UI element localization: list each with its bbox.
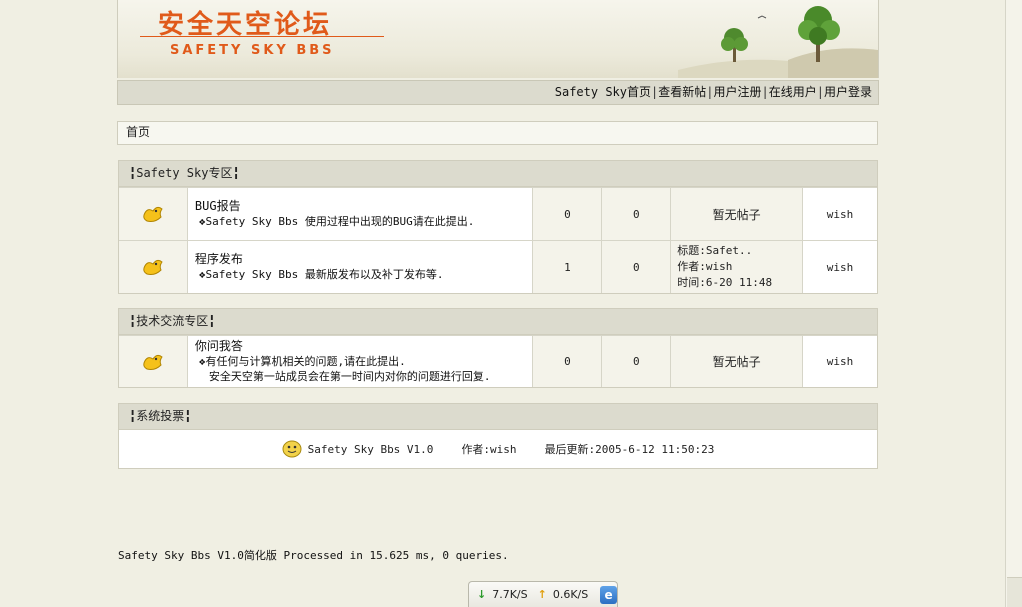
post-count: 0 [601,336,671,387]
download-speed: 7.7K/S [492,588,528,601]
nav-separator: | [816,85,824,99]
post-count: 0 [601,188,671,240]
nav-separator: | [761,85,769,99]
upload-speed: 0.6K/S [552,588,589,601]
moderator-link[interactable]: wish [802,241,877,293]
topic-count: 0 [532,336,602,387]
forum-section-safety-sky: ╏Safety Sky专区╏ BUG报告 ❖Safety Sky Bbs 使用过… [118,160,878,294]
last-post-cell: 暂无帖子 [670,188,803,240]
forum-description: ❖有任何与计算机相关的问题,请在此提出. [198,355,406,368]
top-nav: Safety Sky首页|查看新帖|用户注册|在线用户|用户登录 [117,80,879,105]
moderator-link[interactable]: wish [802,188,877,240]
forum-desc-cell: 你问我答 ❖有任何与计算机相关的问题,请在此提出. 安全天空第一站成员会在第一时… [186,336,533,387]
moderator-link[interactable]: wish [802,336,877,387]
forum-icon-cell [119,188,187,240]
forum-section-tech: ╏技术交流专区╏ 你问我答 ❖有任何与计算机相关的问题,请在此提出. 安全天空第… [118,308,878,388]
last-post-title-link[interactable]: 标题:Safet.. [677,243,802,259]
last-post-none: 暂无帖子 [712,355,761,369]
forum-row: 你问我答 ❖有任何与计算机相关的问题,请在此提出. 安全天空第一站成员会在第一时… [119,335,877,387]
section-header: ╏系统投票╏ [119,404,877,430]
forum-row: 程序发布 ❖Safety Sky Bbs 最新版发布以及补丁发布等. 1 0 标… [119,240,877,293]
title-underline [140,36,384,37]
forum-name-link[interactable]: 你问我答 [195,339,491,354]
browser-icon[interactable]: e [600,585,617,604]
forum-description-2: 安全天空第一站成员会在第一时间内对你的问题进行回复. [208,370,491,383]
poll-updated: 最后更新:2005-6-12 11:50:23 [544,443,715,456]
scrollbar-thumb[interactable] [1007,577,1022,607]
forum-description: ❖Safety Sky Bbs 使用过程中出现的BUG请在此提出. [198,215,475,228]
forum-description: ❖Safety Sky Bbs 最新版发布以及补丁发布等. [198,268,444,281]
nav-login-link[interactable]: 用户登录 [824,85,872,99]
forum-name-link[interactable]: BUG报告 [195,199,474,214]
scenery-illustration [678,6,878,78]
section-header: ╏Safety Sky专区╏ [119,161,877,187]
forum-name-link[interactable]: 程序发布 [195,252,444,267]
last-post-none: 暂无帖子 [712,207,761,222]
section-header: ╏技术交流专区╏ [119,309,877,335]
forum-status-icon [143,206,163,222]
forum-icon-cell [119,241,187,293]
breadcrumb-home-link[interactable]: 首页 [126,125,150,139]
banner: 安全天空论坛 SAFETY SKY BBS [117,0,879,78]
page: 安全天空论坛 SAFETY SKY BBS Safety Sky首页 | 查看新帖 |… [0,0,1005,607]
post-count: 0 [601,241,671,293]
footer-text: Safety Sky Bbs V1.0简化版 Processed in 15.6… [118,549,509,562]
network-speed-widget[interactable]: ↓ 7.7K/S ↑ 0.6K/S e [468,581,618,607]
topic-count: 1 [532,241,602,293]
download-arrow-icon: ↓ [477,588,487,601]
nav-home-link[interactable]: Safety Sky首页 [555,85,651,99]
last-post-author: 作者:wish [677,260,733,273]
forum-icon-cell [119,336,187,387]
forum-status-icon [143,259,163,275]
nav-new-posts-link[interactable]: 查看新帖 [658,85,706,99]
nav-online-users-link[interactable]: 在线用户 [769,85,817,99]
poll-section: ╏系统投票╏ Safety Sky Bbs V1.0 作者:wish 最后更新:… [118,403,878,469]
forum-desc-cell: 程序发布 ❖Safety Sky Bbs 最新版发布以及补丁发布等. [186,241,533,293]
forum-desc-cell: BUG报告 ❖Safety Sky Bbs 使用过程中出现的BUG请在此提出. [186,188,533,240]
upload-arrow-icon: ↑ [537,588,547,601]
nav-register-link[interactable]: 用户注册 [713,85,761,99]
last-post-time: 时间:6-20 11:48 [677,276,773,289]
last-post-cell: 暂无帖子 [670,336,803,387]
poll-body: Safety Sky Bbs V1.0 作者:wish 最后更新:2005-6-… [119,430,877,468]
smiley-icon [282,440,302,458]
breadcrumb: 首页 [117,121,878,145]
poll-author: 作者:wish [461,443,517,456]
last-post-cell: 标题:Safet.. 作者:wish 时间:6-20 11:48 [670,241,803,293]
vertical-scrollbar[interactable] [1005,0,1022,607]
forum-row: BUG报告 ❖Safety Sky Bbs 使用过程中出现的BUG请在此提出. … [119,187,877,240]
poll-name-link[interactable]: Safety Sky Bbs V1.0 [308,443,434,456]
site-title-en: SAFETY SKY BBS [170,43,335,58]
forum-status-icon [143,354,163,370]
topic-count: 0 [532,188,602,240]
